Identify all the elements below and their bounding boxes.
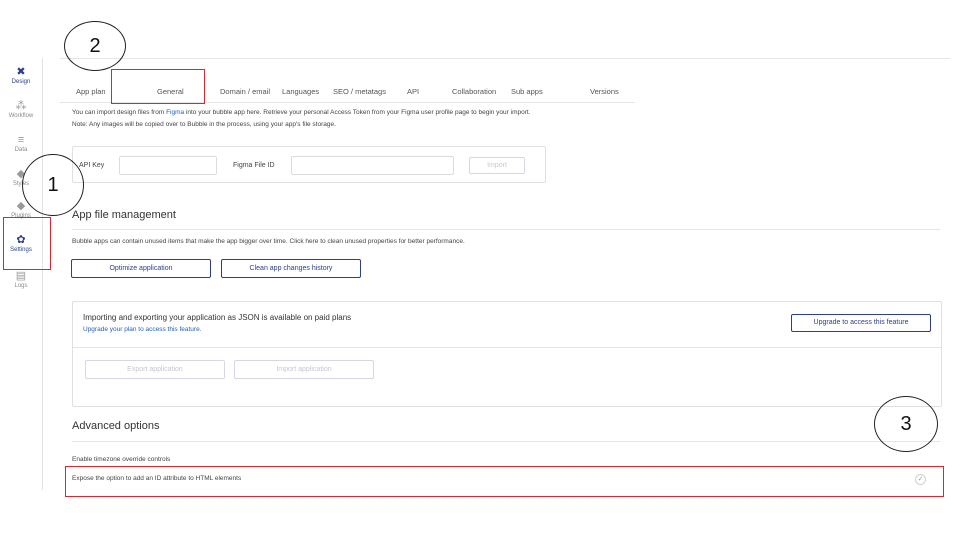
advanced-options-title: Advanced options	[72, 420, 160, 432]
logs-icon: ▤	[15, 270, 27, 282]
tab-api[interactable]: API	[407, 87, 419, 96]
database-icon: ≡	[17, 134, 25, 146]
annotation-box-general-tab	[111, 69, 205, 104]
sidebar-item-label: Data	[14, 147, 28, 153]
upgrade-feature-button[interactable]: Upgrade to access this feature	[791, 314, 931, 332]
top-divider	[60, 58, 950, 59]
annotation-circle-1: 1	[22, 154, 84, 216]
figma-intro-after: into your bubble app here. Retrieve your…	[184, 109, 531, 116]
figma-link[interactable]: Figma	[166, 109, 184, 116]
annotation-circle-3: 3	[874, 396, 938, 452]
file-mgmt-description: Bubble apps can contain unused items tha…	[72, 238, 465, 245]
design-icon: ✖	[16, 66, 26, 78]
annotation-box-expose-id	[65, 466, 944, 497]
optimize-application-button[interactable]: Optimize application	[71, 259, 211, 278]
tab-app-plan[interactable]: App plan	[76, 87, 106, 96]
figma-file-id-label: Figma File ID	[233, 162, 275, 169]
figma-import-button[interactable]: Import	[469, 157, 525, 174]
section-divider	[72, 229, 940, 230]
tab-languages[interactable]: Languages	[282, 87, 319, 96]
figma-intro-text: You can import design files from Figma i…	[72, 109, 531, 116]
annotation-box-settings	[3, 217, 51, 270]
api-key-input[interactable]	[119, 156, 217, 175]
sidebar-item-label: Workflow	[8, 113, 34, 119]
clean-app-history-button[interactable]: Clean app changes history	[221, 259, 361, 278]
import-application-button[interactable]: Import application	[234, 360, 374, 379]
tab-seo-metatags[interactable]: SEO / metatags	[333, 87, 386, 96]
api-key-label: API Key	[79, 162, 105, 169]
figma-note-text: Note: Any images will be copied over to …	[72, 121, 336, 128]
tab-versions[interactable]: Versions	[590, 87, 619, 96]
timezone-override-label: Enable timezone override controls	[72, 456, 171, 463]
workflow-icon: ⁂	[15, 100, 27, 112]
sidebar-item-workflow[interactable]: ⁂ Workflow	[0, 100, 42, 119]
sidebar-item-label: Logs	[14, 283, 28, 289]
figma-intro-before: You can import design files from	[72, 109, 167, 116]
sidebar-item-design[interactable]: ✖ Design	[0, 66, 42, 85]
annotation-circle-2: 2	[64, 21, 126, 71]
figma-file-id-input[interactable]	[291, 156, 454, 175]
json-import-export-box: Importing and exporting your application…	[72, 301, 942, 407]
json-box-title: Importing and exporting your application…	[83, 313, 352, 322]
app-file-management-title: App file management	[72, 209, 176, 221]
sidebar-item-data[interactable]: ≡ Data	[0, 134, 42, 153]
tab-sub-apps[interactable]: Sub apps	[511, 87, 543, 96]
tab-collaboration[interactable]: Collaboration	[452, 87, 496, 96]
sidebar-item-label: Design	[11, 79, 31, 85]
advanced-divider	[72, 441, 940, 442]
tab-domain-email[interactable]: Domain / email	[220, 87, 270, 96]
left-sidebar: ✖ Design ⁂ Workflow ≡ Data ◆ Styles ◆ Pl…	[0, 58, 43, 490]
export-application-button[interactable]: Export application	[85, 360, 225, 379]
json-box-divider	[73, 347, 941, 348]
figma-import-box: API Key Figma File ID Import	[72, 146, 546, 183]
sidebar-item-logs[interactable]: ▤ Logs	[0, 270, 42, 289]
upgrade-plan-link[interactable]: Upgrade your plan to access this feature…	[83, 326, 202, 333]
